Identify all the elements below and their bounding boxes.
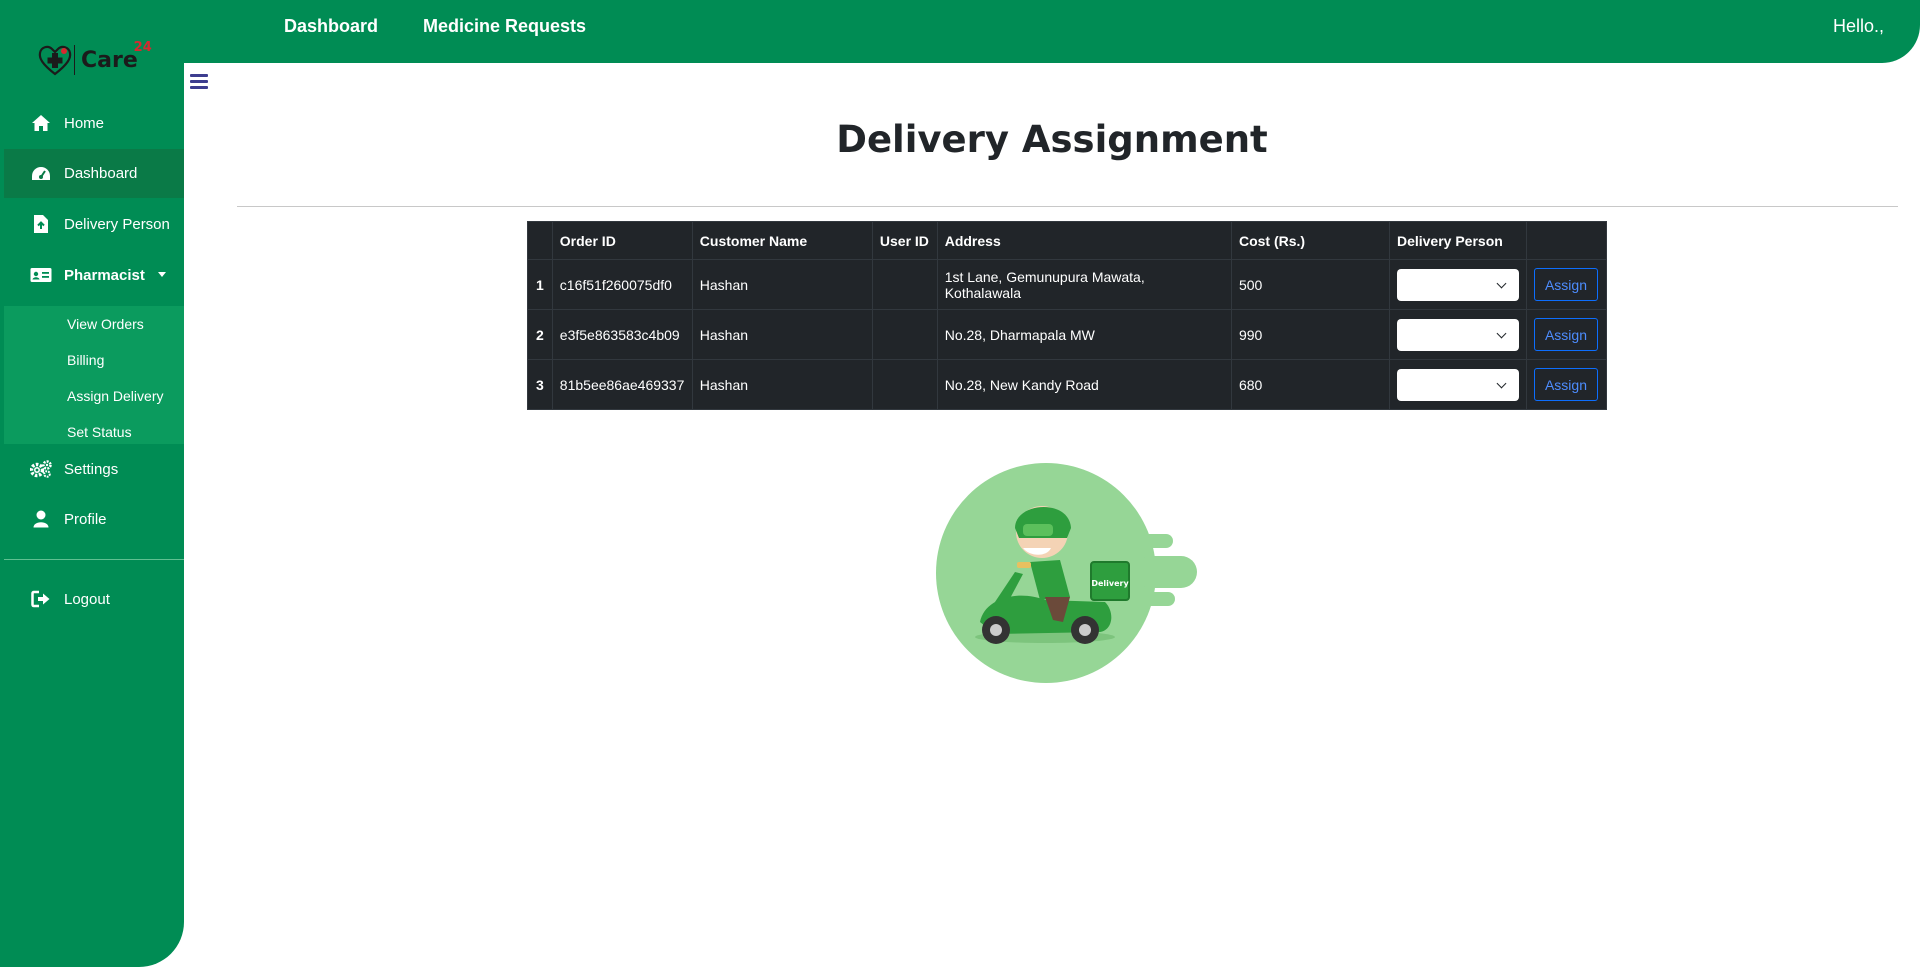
delivery-person-select-wrap <box>1396 368 1519 401</box>
col-header-customer-name: Customer Name <box>691 221 873 260</box>
delivery-person-select-wrap <box>1396 268 1519 301</box>
page-title: Delivery Assignment <box>836 118 1268 161</box>
col-header-action <box>1525 221 1608 260</box>
user-icon <box>30 508 52 530</box>
table-row: 3 81b5ee86ae469337 Hashan No.28, New Kan… <box>527 359 1608 410</box>
delivery-person-cell <box>1388 309 1527 360</box>
sidebar-item-label: Delivery Person <box>64 215 170 233</box>
brand-sup: 24 <box>133 39 152 55</box>
col-header-user-id: User ID <box>871 221 938 260</box>
row-number: 2 <box>527 309 553 360</box>
sidebar-item-dashboard[interactable]: Dashboard <box>4 149 184 198</box>
submenu-item-assign-delivery[interactable]: Assign Delivery <box>67 388 163 404</box>
delivery-person-select[interactable] <box>1396 368 1519 401</box>
cost-cell: 500 <box>1230 259 1390 310</box>
title-divider <box>237 206 1898 207</box>
delivery-person-cell <box>1388 359 1527 410</box>
topnav-link-medicine-requests[interactable]: Medicine Requests <box>423 16 586 37</box>
table-row: 1 c16f51f260075df0 Hashan 1st Lane, Gemu… <box>527 259 1608 310</box>
delivery-assignment-table: Order ID Customer Name User ID Address C… <box>527 221 1608 410</box>
action-cell: Assign <box>1525 259 1608 310</box>
col-header-address: Address <box>936 221 1232 260</box>
sidebar-item-label: Settings <box>64 460 119 478</box>
cost-cell: 680 <box>1230 359 1390 410</box>
col-header-cost: Cost (Rs.) <box>1230 221 1390 260</box>
row-number: 1 <box>527 259 553 310</box>
sidebar-item-profile[interactable]: Profile <box>4 495 184 543</box>
sidebar-item-home[interactable]: Home <box>4 99 184 147</box>
row-number: 3 <box>527 359 553 410</box>
sidebar-item-label: Home <box>64 114 105 132</box>
sidebar-item-label: Pharmacist <box>64 266 145 284</box>
user-id-cell <box>871 309 938 360</box>
gears-icon <box>30 458 52 480</box>
topnav-link-dashboard[interactable]: Dashboard <box>284 16 378 37</box>
sidebar-item-pharmacist[interactable]: Pharmacist <box>4 251 184 299</box>
customer-name-cell: Hashan <box>691 359 873 410</box>
file-upload-icon <box>30 213 52 235</box>
user-id-cell <box>871 359 938 410</box>
customer-name-cell: Hashan <box>691 309 873 360</box>
id-card-icon <box>30 264 52 286</box>
assign-button[interactable]: Assign <box>1533 318 1598 351</box>
assign-button[interactable]: Assign <box>1533 268 1598 301</box>
cost-cell: 990 <box>1230 309 1390 360</box>
table-row: 2 e3f5e863583c4b09 Hashan No.28, Dharmap… <box>527 309 1608 360</box>
heart-cross-logo-icon <box>38 45 72 76</box>
sidebar-item-label: Profile <box>64 510 107 528</box>
sidebar-item-logout[interactable]: Logout <box>4 575 184 623</box>
assign-button[interactable]: Assign <box>1533 368 1598 401</box>
dashboard-gauge-icon <box>30 163 52 185</box>
col-header-delivery-person: Delivery Person <box>1388 221 1527 260</box>
sidebar-item-label: Dashboard <box>64 165 138 182</box>
submenu-item-set-status[interactable]: Set Status <box>67 424 132 440</box>
address-cell: No.28, New Kandy Road <box>936 359 1232 410</box>
customer-name-cell: Hashan <box>691 259 873 310</box>
sidebar-item-label: Logout <box>64 590 110 608</box>
table-header-row: Order ID Customer Name User ID Address C… <box>527 221 1608 260</box>
order-id-cell: 81b5ee86ae469337 <box>551 359 693 410</box>
delivery-person-select[interactable] <box>1396 318 1519 351</box>
sidebar-toggle-hamburger-icon[interactable] <box>190 74 208 92</box>
top-navbar: Dashboard Medicine Requests Hello., <box>184 0 1920 63</box>
order-id-cell: e3f5e863583c4b09 <box>551 309 693 360</box>
address-cell: No.28, Dharmapala MW <box>936 309 1232 360</box>
delivery-person-cell <box>1388 259 1527 310</box>
action-cell: Assign <box>1525 309 1608 360</box>
sidebar: Care 24 Home Dashboard Delivery Person Ph… <box>0 0 184 967</box>
col-header-num <box>527 221 553 260</box>
sidebar-item-settings[interactable]: Settings <box>4 445 184 493</box>
action-cell: Assign <box>1525 359 1608 410</box>
submenu-item-view-orders[interactable]: View Orders <box>67 316 144 332</box>
delivery-person-select-wrap <box>1396 318 1519 351</box>
address-cell: 1st Lane, Gemunupura Mawata, Kothalawala <box>936 259 1232 310</box>
chevron-down-icon <box>158 272 166 277</box>
brand-name: Care 24 <box>81 39 152 73</box>
user-id-cell <box>871 259 938 310</box>
pharmacist-submenu: View Orders Billing Assign Delivery Set … <box>4 306 184 444</box>
submenu-item-billing[interactable]: Billing <box>67 352 104 368</box>
user-greeting[interactable]: Hello., <box>1833 16 1884 37</box>
order-id-cell: c16f51f260075df0 <box>551 259 693 310</box>
box-label: Delivery <box>1091 579 1129 588</box>
delivery-person-select[interactable] <box>1396 268 1519 301</box>
sidebar-item-delivery-person[interactable]: Delivery Person <box>4 200 184 248</box>
sidebar-divider <box>4 559 184 560</box>
sign-out-icon <box>30 588 52 610</box>
delivery-scooter-illustration: Delivery <box>936 463 1197 683</box>
brand-logo[interactable]: Care 24 <box>38 38 152 82</box>
col-header-order-id: Order ID <box>551 221 693 260</box>
home-icon <box>30 112 52 134</box>
